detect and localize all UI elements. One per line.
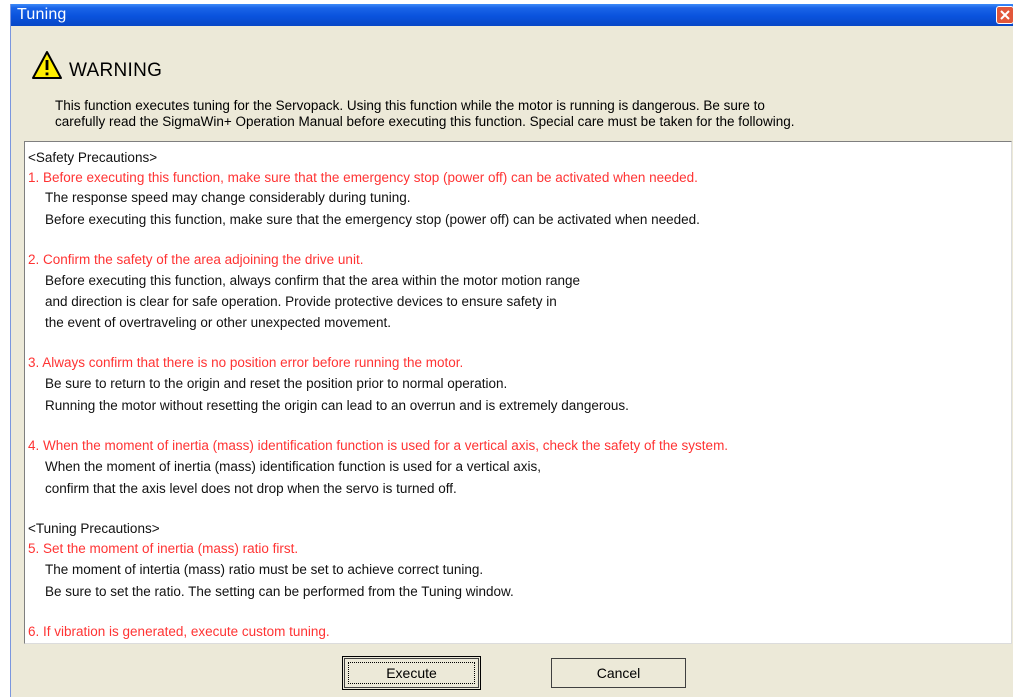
precaution-detail: Be sure to set the ratio. The setting ca…	[45, 584, 514, 599]
close-button[interactable]	[996, 6, 1013, 24]
precaution-detail: The moment of intertia (mass) ratio must…	[45, 562, 484, 577]
focus-rectangle	[348, 662, 475, 684]
precaution-detail: The response speed may change considerab…	[45, 190, 411, 205]
execute-button[interactable]: Execute	[342, 656, 481, 690]
precautions-textbox[interactable]: <Safety Precautions> 1. Before executing…	[24, 141, 1012, 644]
close-icon	[1000, 10, 1010, 20]
precaution-detail: When the moment of inertia (mass) identi…	[45, 459, 541, 474]
window-title: Tuning	[17, 6, 67, 23]
cancel-button[interactable]: Cancel	[551, 658, 686, 688]
tuning-dialog: Tuning WARNING This function executes tu…	[10, 4, 1013, 697]
intro-line: This function executes tuning for the Se…	[55, 98, 765, 113]
precaution-item-1: 1. Before executing this function, make …	[28, 170, 698, 185]
precaution-item-4: 4. When the moment of inertia (mass) ide…	[28, 438, 729, 453]
precaution-item-5: 5. Set the moment of inertia (mass) rati…	[28, 541, 299, 556]
precaution-detail: and direction is clear for safe operatio…	[45, 294, 557, 309]
intro-text: This function executes tuning for the Se…	[55, 98, 1010, 130]
warning-icon	[32, 51, 62, 79]
precaution-detail: Before executing this function, always c…	[45, 273, 581, 288]
cancel-label: Cancel	[596, 665, 641, 681]
section-heading-tuning: <Tuning Precautions>	[28, 521, 160, 536]
precaution-detail: Before executing this function, make sur…	[45, 212, 700, 227]
precaution-detail: Running the motor without resetting the …	[45, 398, 629, 413]
intro-line: carefully read the SigmaWin+ Operation M…	[55, 114, 795, 129]
title-bar[interactable]: Tuning	[11, 4, 1013, 26]
precaution-detail: the event of overtraveling or other unex…	[45, 315, 391, 330]
precaution-item-6: 6. If vibration is generated, execute cu…	[28, 624, 330, 639]
precaution-item-2: 2. Confirm the safety of the area adjoin…	[28, 252, 364, 267]
warning-title: WARNING	[69, 60, 163, 81]
precaution-detail: Be sure to return to the origin and rese…	[45, 376, 508, 391]
precaution-item-3: 3. Always confirm that there is no posit…	[28, 355, 464, 370]
precaution-detail: confirm that the axis level does not dro…	[45, 481, 457, 496]
section-heading-safety: <Safety Precautions>	[28, 150, 158, 165]
